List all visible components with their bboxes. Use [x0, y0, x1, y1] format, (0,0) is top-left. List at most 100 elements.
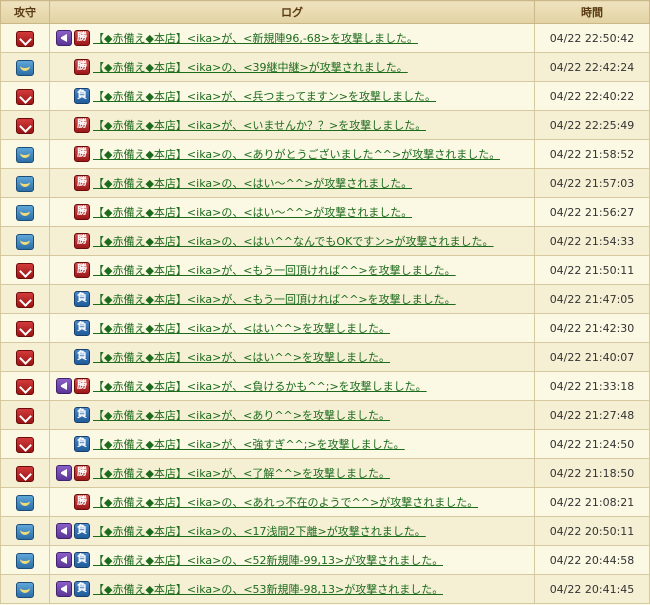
log-cell: 勝【◆赤備え◆本店】<ika>の、<ありがとうございました^^>が攻撃されました… — [49, 139, 535, 169]
blank-icon — [56, 175, 72, 191]
time-cell: 04/22 22:40:22 — [534, 81, 650, 111]
report-icon[interactable] — [56, 378, 72, 394]
blank-icon — [56, 320, 72, 336]
time-cell: 04/22 20:44:58 — [534, 545, 650, 575]
header-row: 攻守 ログ 時間 — [0, 0, 650, 24]
log-link[interactable]: 【◆赤備え◆本店】<ika>の、<39継中継>が攻撃されました。 — [93, 59, 408, 75]
attack-icon — [16, 350, 34, 366]
side-cell — [0, 429, 50, 459]
time-cell: 04/22 21:47:05 — [534, 284, 650, 314]
time-cell: 04/22 21:56:27 — [534, 197, 650, 227]
side-cell — [0, 458, 50, 488]
side-cell — [0, 52, 50, 82]
log-link[interactable]: 【◆赤備え◆本店】<ika>が、<負けるかも^^;>を攻撃しました。 — [93, 378, 427, 394]
side-cell — [0, 284, 50, 314]
log-cell: 勝【◆赤備え◆本店】<ika>の、<はい～^^>が攻撃されました。 — [49, 197, 535, 227]
report-icon[interactable] — [56, 552, 72, 568]
side-cell — [0, 342, 50, 372]
attack-icon — [16, 437, 34, 453]
side-cell — [0, 226, 50, 256]
log-link[interactable]: 【◆赤備え◆本店】<ika>の、<ありがとうございました^^>が攻撃されました。 — [93, 146, 500, 162]
log-cell: 負【◆赤備え◆本店】<ika>の、<52新規陣-99,13>が攻撃されました。 — [49, 545, 535, 575]
side-cell — [0, 81, 50, 111]
report-icon[interactable] — [56, 465, 72, 481]
log-row: 勝【◆赤備え◆本店】<ika>が、<負けるかも^^;>を攻撃しました。 04/22… — [0, 371, 650, 401]
log-link[interactable]: 【◆赤備え◆本店】<ika>が、<いませんか？？>を攻撃しました。 — [93, 117, 426, 133]
log-row: 負【◆赤備え◆本店】<ika>が、<もう一回頂ければ^^>を攻撃しました。 04/… — [0, 284, 650, 314]
blank-icon — [56, 204, 72, 220]
result-badge: 勝 — [74, 59, 90, 75]
log-cell: 勝【◆赤備え◆本店】<ika>の、<39継中継>が攻撃されました。 — [49, 52, 535, 82]
attack-icon — [16, 31, 34, 47]
result-badge: 負 — [74, 291, 90, 307]
side-cell — [0, 197, 50, 227]
time-cell: 04/22 21:40:07 — [534, 342, 650, 372]
blank-icon — [56, 262, 72, 278]
result-badge: 負 — [74, 581, 90, 597]
log-cell: 勝【◆赤備え◆本店】<ika>の、<はい～^^>が攻撃されました。 — [49, 168, 535, 198]
log-link[interactable]: 【◆赤備え◆本店】<ika>の、<53新規陣-98,13>が攻撃されました。 — [93, 581, 443, 597]
log-cell: 負【◆赤備え◆本店】<ika>が、<はい^^>を攻撃しました。 — [49, 313, 535, 343]
log-link[interactable]: 【◆赤備え◆本店】<ika>の、<はい～^^>が攻撃されました。 — [93, 175, 412, 191]
log-row: 勝【◆赤備え◆本店】<ika>が、<新規陣96,-68>を攻撃しました。 04/2… — [0, 23, 650, 53]
log-link[interactable]: 【◆赤備え◆本店】<ika>の、<52新規陣-99,13>が攻撃されました。 — [93, 552, 443, 568]
log-row: 負【◆赤備え◆本店】<ika>が、<兵つまってますン>を攻撃しました。 04/22… — [0, 81, 650, 111]
time-cell: 04/22 21:54:33 — [534, 226, 650, 256]
side-cell — [0, 400, 50, 430]
time-cell: 04/22 21:58:52 — [534, 139, 650, 169]
time-cell: 04/22 21:57:03 — [534, 168, 650, 198]
result-badge: 勝 — [74, 175, 90, 191]
result-badge: 負 — [74, 436, 90, 452]
result-badge: 負 — [74, 523, 90, 539]
report-icon[interactable] — [56, 523, 72, 539]
log-link[interactable]: 【◆赤備え◆本店】<ika>の、<はい～^^>が攻撃されました。 — [93, 204, 412, 220]
time-cell: 04/22 22:25:49 — [534, 110, 650, 140]
result-badge: 負 — [74, 320, 90, 336]
log-row: 勝【◆赤備え◆本店】<ika>が、<いませんか？？>を攻撃しました。 04/22 … — [0, 110, 650, 140]
log-link[interactable]: 【◆赤備え◆本店】<ika>の、<17浅間2下離>が攻撃されました。 — [93, 523, 426, 539]
log-row: 勝【◆赤備え◆本店】<ika>が、<もう一回頂ければ^^>を攻撃しました。 04/… — [0, 255, 650, 285]
log-link[interactable]: 【◆赤備え◆本店】<ika>が、<はい^^>を攻撃しました。 — [93, 320, 390, 336]
time-cell: 04/22 21:50:11 — [534, 255, 650, 285]
log-link[interactable]: 【◆赤備え◆本店】<ika>が、<もう一回頂ければ^^>を攻撃しました。 — [93, 291, 456, 307]
blank-icon — [56, 59, 72, 75]
log-cell: 勝【◆赤備え◆本店】<ika>が、<了解^^>を攻撃しました。 — [49, 458, 535, 488]
side-cell — [0, 545, 50, 575]
log-row: 勝【◆赤備え◆本店】<ika>の、<はい^^なんでもOKですン>が攻撃されました… — [0, 226, 650, 256]
attack-icon — [16, 321, 34, 337]
log-link[interactable]: 【◆赤備え◆本店】<ika>の、<あれっ不在のようで^^>が攻撃されました。 — [93, 494, 478, 510]
attack-icon — [16, 408, 34, 424]
log-row: 勝【◆赤備え◆本店】<ika>の、<39継中継>が攻撃されました。 04/22 2… — [0, 52, 650, 82]
log-body: 勝【◆赤備え◆本店】<ika>が、<新規陣96,-68>を攻撃しました。 04/2… — [0, 23, 650, 604]
log-link[interactable]: 【◆赤備え◆本店】<ika>が、<強すぎ^^;>を攻撃しました。 — [93, 436, 405, 452]
log-link[interactable]: 【◆赤備え◆本店】<ika>が、<兵つまってますン>を攻撃しました。 — [93, 88, 436, 104]
defense-icon — [16, 147, 34, 163]
log-link[interactable]: 【◆赤備え◆本店】<ika>が、<了解^^>を攻撃しました。 — [93, 465, 390, 481]
log-cell: 負【◆赤備え◆本店】<ika>が、<兵つまってますン>を攻撃しました。 — [49, 81, 535, 111]
side-cell — [0, 371, 50, 401]
report-icon[interactable] — [56, 581, 72, 597]
log-link[interactable]: 【◆赤備え◆本店】<ika>が、<はい^^>を攻撃しました。 — [93, 349, 390, 365]
attack-icon — [16, 292, 34, 308]
result-badge: 勝 — [74, 494, 90, 510]
log-row: 負【◆赤備え◆本店】<ika>が、<強すぎ^^;>を攻撃しました。 04/22 2… — [0, 429, 650, 459]
time-cell: 04/22 21:18:50 — [534, 458, 650, 488]
log-cell: 負【◆赤備え◆本店】<ika>の、<53新規陣-98,13>が攻撃されました。 — [49, 574, 535, 604]
defense-icon — [16, 495, 34, 511]
log-row: 負【◆赤備え◆本店】<ika>の、<52新規陣-99,13>が攻撃されました。 0… — [0, 545, 650, 575]
attack-icon — [16, 118, 34, 134]
log-link[interactable]: 【◆赤備え◆本店】<ika>が、<もう一回頂ければ^^>を攻撃しました。 — [93, 262, 456, 278]
log-cell: 勝【◆赤備え◆本店】<ika>が、<もう一回頂ければ^^>を攻撃しました。 — [49, 255, 535, 285]
defense-icon — [16, 176, 34, 192]
log-link[interactable]: 【◆赤備え◆本店】<ika>が、<あり^^>を攻撃しました。 — [93, 407, 390, 423]
defense-icon — [16, 234, 34, 250]
battle-log-table: 攻守 ログ 時間 勝【◆赤備え◆本店】<ika>が、<新規陣96,-68>を攻撃… — [0, 0, 650, 604]
side-cell — [0, 516, 50, 546]
result-badge: 勝 — [74, 117, 90, 133]
log-link[interactable]: 【◆赤備え◆本店】<ika>が、<新規陣96,-68>を攻撃しました。 — [93, 30, 418, 46]
log-row: 勝【◆赤備え◆本店】<ika>の、<あれっ不在のようで^^>が攻撃されました。 0… — [0, 487, 650, 517]
log-link[interactable]: 【◆赤備え◆本店】<ika>の、<はい^^なんでもOKですン>が攻撃されました。 — [93, 233, 494, 249]
result-badge: 勝 — [74, 378, 90, 394]
log-cell: 負【◆赤備え◆本店】<ika>の、<17浅間2下離>が攻撃されました。 — [49, 516, 535, 546]
report-icon[interactable] — [56, 30, 72, 46]
